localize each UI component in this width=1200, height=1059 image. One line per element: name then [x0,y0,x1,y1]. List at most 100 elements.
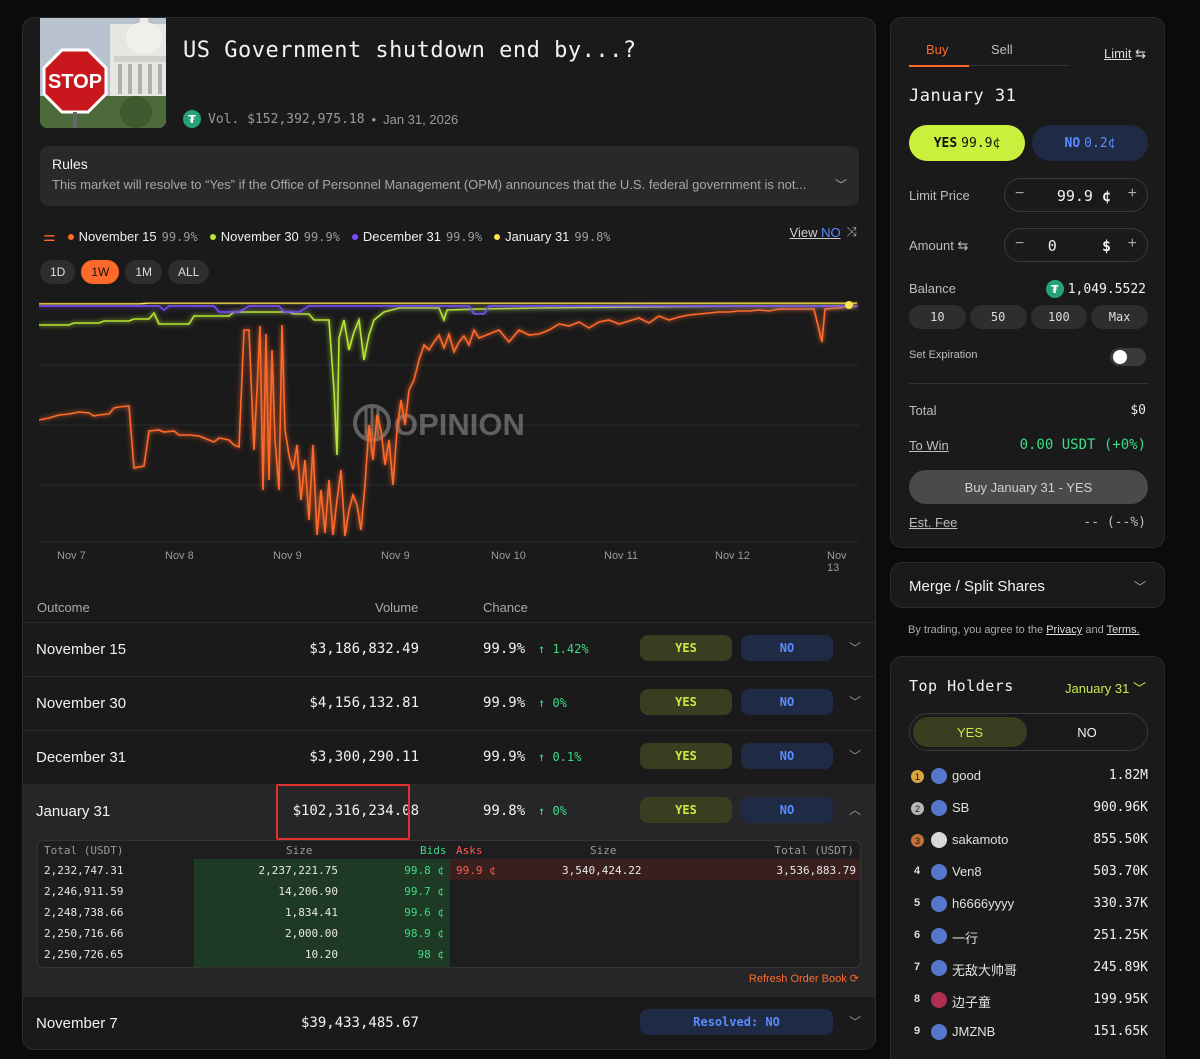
expiration-toggle[interactable] [1110,348,1146,366]
holders-outcome-selector[interactable]: January 31 ﹀ [1065,678,1146,697]
buy-yes-button[interactable]: YES [640,797,732,823]
buy-yes-button[interactable]: YES [640,689,732,715]
holder-row[interactable]: 6 一行 251.25K [909,927,1148,947]
plus-icon[interactable]: + [1128,235,1137,253]
bid-row[interactable]: 2,248,738.66 1,834.41 99.6 ¢ [38,901,450,922]
chevron-up-icon[interactable]: ︿ [849,801,861,818]
legend-label: December 31 [362,229,441,244]
x-tick-label: Nov 9 [273,550,302,562]
amount-stepper[interactable]: − 0 $ + [1004,228,1148,262]
chevron-down-icon[interactable]: ﹀ [835,176,847,193]
bid-size: 10.20 [304,948,338,961]
holder-row[interactable]: 5 h6666yyyy 330.37K [909,895,1148,915]
range-all-button[interactable]: ALL [168,260,210,284]
holders-outcome-label: January 31 [1065,681,1130,696]
minus-icon[interactable]: − [1015,235,1024,253]
holders-tab-no[interactable]: NO [1030,717,1144,747]
ob-ask-size-header: Size [590,844,617,857]
select-yes-button[interactable]: YES 99.9¢ [909,125,1025,161]
balance-label: Balance [909,281,956,296]
holder-row[interactable]: 8 边子童 199.95K [909,991,1148,1011]
trade-outcome-title: January 31 [909,86,1017,106]
bid-row[interactable]: 2,246,911.59 14,206.90 99.7 ¢ [38,880,450,901]
amount-number: 0 [1047,237,1057,255]
col-outcome-header: Outcome [37,600,90,615]
holders-tab-yes[interactable]: YES [913,717,1027,747]
quick-amount-10[interactable]: 10 [909,305,966,329]
amount-unit: $ [1101,237,1111,255]
avatar [931,960,947,976]
filter-sliders-icon[interactable]: ⚌ [43,228,56,245]
privacy-link[interactable]: Privacy [1046,624,1082,636]
rules-box[interactable]: Rules This market will resolve to “Yes” … [40,146,859,206]
minus-icon[interactable]: − [1015,185,1024,203]
chevron-down-icon[interactable]: ﹀ [849,693,861,710]
shuffle-icon[interactable]: ⤨ [847,224,857,240]
legend-item[interactable]: November 30 99.9% [209,229,340,244]
market-end-date: Jan 31, 2026 [383,111,459,127]
buy-no-button[interactable]: NO [741,635,833,661]
range-1d-button[interactable]: 1D [40,260,76,284]
outcome-row[interactable]: November 15 $3,186,832.49 99.9% ↑ 1.42% … [23,622,875,676]
bid-row[interactable]: 2,250,716.66 2,000.00 98.9 ¢ [38,922,450,943]
holder-row[interactable]: 9 JMZNB 151.65K [909,1023,1148,1043]
range-1m-button[interactable]: 1M [125,260,163,284]
buy-no-button[interactable]: NO [741,743,833,769]
bid-row[interactable]: 2,250,726.65 10.20 98 ¢ [38,943,450,964]
swap-icon[interactable]: ⇆ [957,238,968,253]
holder-row[interactable]: 7 无敌大帅哥 245.89K [909,959,1148,979]
limit-price-value[interactable]: 99.9 ¢ [1057,187,1111,205]
x-tick-label: Nov 11 [604,550,639,562]
buy-submit-button[interactable]: Buy January 31 - YES [909,470,1148,504]
select-no-button[interactable]: NO 0.2¢ [1032,125,1148,161]
legend-item[interactable]: November 15 99.9% [67,229,198,244]
holder-amount: 151.65K [1093,1024,1148,1039]
chevron-down-icon[interactable]: ﹀ [849,747,861,764]
view-no-link[interactable]: View NO ⤨ [790,224,857,240]
legend-pct: 99.9% [445,229,483,244]
legend-item[interactable]: December 31 99.9% [351,229,483,244]
outcome-name: November 7 [36,1015,118,1032]
no-label: NO [1064,135,1081,151]
quick-amount-100[interactable]: 100 [1030,305,1088,329]
resolved-outcome-row[interactable]: November 7 $39,433,485.67 Resolved: NO ﹀ [23,996,875,1049]
holder-row[interactable]: 3 sakamoto 855.50K [909,831,1148,851]
refresh-order-book-link[interactable]: Refresh Order Book ⟳ [749,972,859,985]
ask-row[interactable]: 99.9 ¢ 3,540,424.22 3,536,883.79 [450,859,860,880]
outcome-volume: $39,433,485.67 [300,1015,419,1031]
outcome-row[interactable]: November 30 $4,156,132.81 99.9% ↑ 0% YES… [23,676,875,730]
bid-row[interactable]: 2,232,747.31 2,237,221.75 99.8 ¢ [38,859,450,880]
amount-value[interactable]: 0 $ [1048,237,1111,255]
plus-icon[interactable]: + [1128,185,1137,203]
rank-number: 5 [914,897,921,909]
order-type-label: Limit [1104,46,1132,61]
quick-amount-buttons: 10 50 100 Max [909,305,1148,329]
terms-link[interactable]: Terms. [1107,624,1140,636]
bid-total: 2,250,726.65 [44,948,124,961]
tab-buy[interactable]: Buy [926,42,948,57]
buy-yes-button[interactable]: YES [640,743,732,769]
divider [909,383,1148,384]
tab-sell[interactable]: Sell [991,42,1013,57]
quick-amount-max[interactable]: Max [1091,305,1148,329]
holder-row[interactable]: 2 SB 900.96K [909,799,1148,819]
chevron-down-icon[interactable]: ﹀ [849,1013,861,1030]
legend-item[interactable]: January 31 99.8% [494,229,611,244]
price-chart[interactable]: OPINION [39,290,859,550]
holder-name: 边子童 [952,995,992,1010]
range-1w-button[interactable]: 1W [81,260,120,284]
quick-amount-50[interactable]: 50 [969,305,1027,329]
chevron-down-icon[interactable]: ﹀ [1134,578,1146,595]
holder-row[interactable]: 1 good 1.82M [909,767,1148,787]
order-type-selector[interactable]: Limit ⇆ [1104,46,1146,62]
outcome-row[interactable]: December 31 $3,300,290.11 99.9% ↑ 0.1% Y… [23,730,875,784]
market-volume: Vol. $152,392,975.18 [208,111,365,127]
buy-yes-button[interactable]: YES [640,635,732,661]
holder-name: 无敌大帅哥 [952,963,1018,978]
buy-no-button[interactable]: NO [741,797,833,823]
merge-split-card[interactable]: Merge / Split Shares ﹀ [890,562,1165,608]
holder-row[interactable]: 4 Ven8 503.70K [909,863,1148,883]
limit-price-stepper[interactable]: − 99.9 ¢ + [1004,178,1148,212]
chevron-down-icon[interactable]: ﹀ [849,639,861,656]
buy-no-button[interactable]: NO [741,689,833,715]
